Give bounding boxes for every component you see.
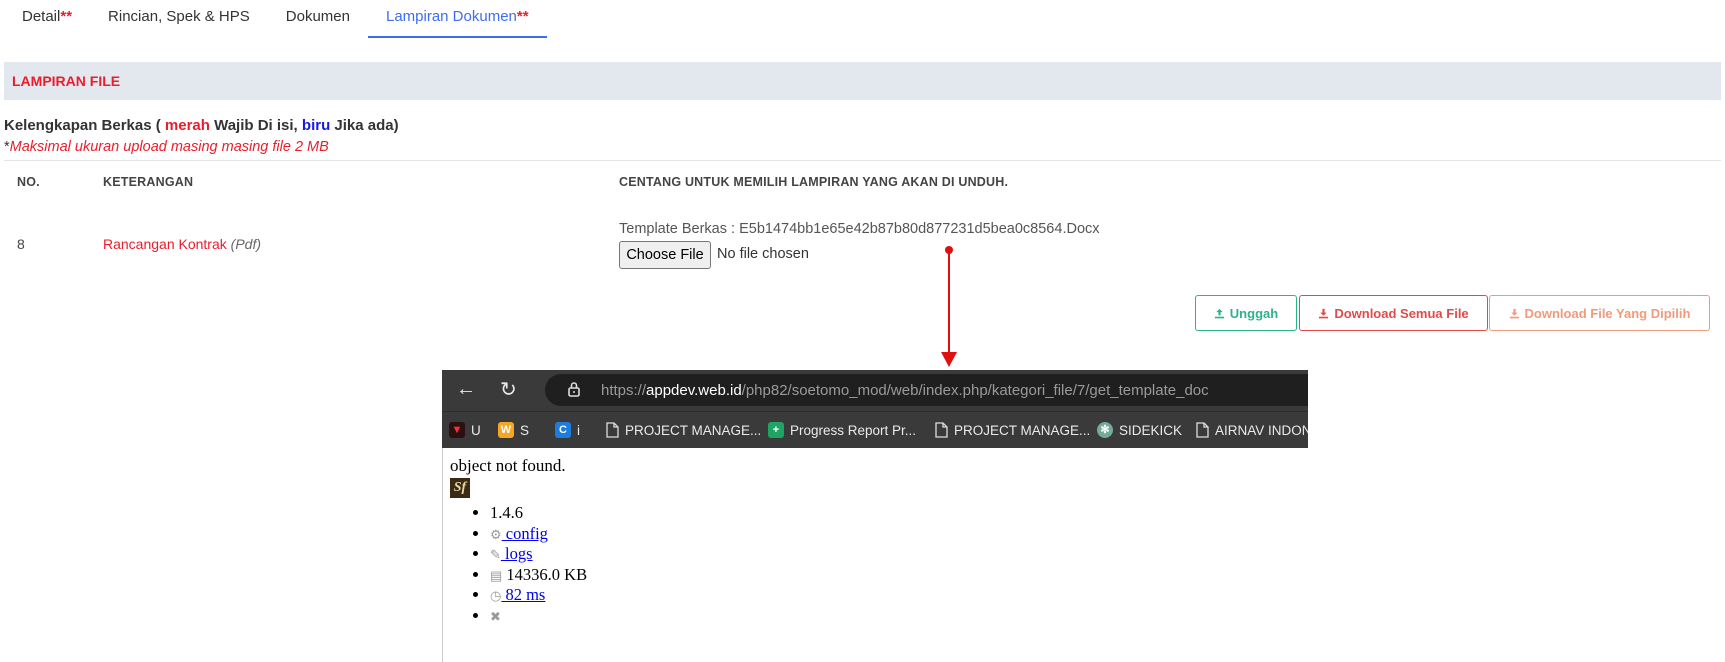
page-icon	[606, 422, 619, 438]
kelengkapan-heading: Kelengkapan Berkas ( merah Wajib Di isi,…	[4, 117, 399, 134]
bookmark-label: S	[520, 422, 530, 438]
note-text: Maksimal ukuran upload masing masing fil…	[9, 139, 329, 155]
required-marker: **	[516, 8, 529, 25]
kelengkapan-prefix: Kelengkapan Berkas (	[4, 117, 165, 134]
upload-icon	[1214, 308, 1224, 318]
url-text: https://appdev.web.id/php82/soetomo_mod/…	[601, 382, 1209, 399]
bookmark-item[interactable]: PROJECT MANAGE...	[606, 422, 761, 438]
tab-dokumen[interactable]: Dokumen	[268, 0, 368, 36]
file-format: (Pdf)	[230, 236, 261, 252]
reload-icon[interactable]: ↻	[500, 377, 517, 402]
upload-label: Unggah	[1229, 305, 1279, 321]
bookmark-item[interactable]: + Progress Report Pr...	[768, 422, 916, 438]
template-file-link[interactable]: Template Berkas : E5b1474bb1e65e42b87b80…	[619, 221, 1100, 237]
close-icon[interactable]: ✖	[490, 609, 501, 624]
clock-icon: ◷	[490, 588, 502, 603]
bookmark-label: U	[471, 422, 481, 438]
kelengkapan-blue-word: biru	[301, 117, 331, 134]
download-all-label: Download Semua File	[1334, 305, 1469, 321]
page-content: object not found. Sf 1.4.6 ⚙ config ✎ lo…	[442, 448, 1308, 662]
sheets-icon: +	[768, 422, 784, 438]
bookmark-item[interactable]: ✻ SIDEKICK	[1097, 422, 1182, 438]
pencil-icon: ✎	[490, 547, 501, 562]
debug-toolbar-list: 1.4.6 ⚙ config ✎ logs ▤ 14336.0 KB ◷ 82 …	[471, 503, 587, 626]
section-title: LAMPIRAN FILE	[12, 73, 121, 89]
bookmark-item[interactable]: WS	[498, 422, 529, 438]
bookmark-label: AIRNAV INDON	[1215, 422, 1308, 438]
gear-icon: ⚙	[490, 526, 502, 542]
upload-size-note: *Maksimal ukuran upload masing masing fi…	[4, 139, 329, 155]
tab-detail[interactable]: Detail**	[4, 0, 90, 36]
lock-icon	[568, 382, 580, 397]
download-selected-label: Download File Yang Dipilih	[1524, 305, 1691, 321]
kelengkapan-red-word: merah	[164, 117, 210, 134]
browser-screenshot: ← ↻ https://appdev.web.id/php82/soetomo_…	[442, 370, 1308, 662]
url-host: appdev.web.id	[646, 382, 742, 399]
memory-icon: ▤	[490, 567, 503, 583]
download-all-button[interactable]: Download Semua File	[1299, 295, 1488, 331]
bookmarks-bar: ▼ U WS Ci PROJECT MANAGE... + Progress Rep…	[442, 411, 1308, 449]
memory-text: 14336.0 KB	[506, 564, 588, 584]
page-icon	[1196, 422, 1209, 438]
bookmark-label: Progress Report Pr...	[790, 422, 917, 438]
debug-config: ⚙ config	[490, 524, 587, 545]
address-bar: ← ↻ https://appdev.web.id/php82/soetomo_…	[442, 370, 1308, 411]
bookmark-label: SIDEKICK	[1119, 422, 1183, 438]
tab-rincian[interactable]: Rincian, Spek & HPS	[90, 0, 268, 36]
required-marker: **	[60, 8, 73, 25]
error-message: object not found.	[450, 456, 566, 475]
bookmark-item[interactable]: PROJECT MANAGE...	[935, 422, 1090, 438]
tab-label: Rincian, Spek & HPS	[108, 8, 250, 25]
bookmark-label: PROJECT MANAGE...	[625, 422, 762, 438]
col-header-centang: CENTANG UNTUK MEMILIH LAMPIRAN YANG AKAN…	[619, 175, 1009, 189]
page-icon	[935, 422, 948, 438]
debug-close: ✖	[490, 606, 587, 627]
w-app-icon: W	[498, 422, 514, 438]
bookmark-label: PROJECT MANAGE...	[954, 422, 1091, 438]
url-path: /php82/soetomo_mod/web/index.php/kategor…	[741, 382, 1209, 399]
tab-bar: Detail** Rincian, Spek & HPS Dokumen Lam…	[0, 0, 1725, 38]
c-app-icon: C	[555, 422, 571, 438]
keterangan-text: Rancangan Kontrak	[103, 236, 227, 252]
symfony-logo: Sf	[450, 478, 470, 498]
section-header: LAMPIRAN FILE	[4, 62, 1721, 100]
download-icon	[1509, 308, 1519, 318]
choose-file-button[interactable]: Choose File	[619, 241, 711, 269]
debug-logs: ✎ logs	[490, 544, 587, 565]
debug-memory: ▤ 14336.0 KB	[490, 565, 587, 586]
kelengkapan-mid: Wajib Di isi,	[209, 117, 302, 134]
download-selected-button[interactable]: Download File Yang Dipilih	[1489, 295, 1710, 331]
file-status: No file chosen	[717, 246, 809, 262]
url-field[interactable]: https://appdev.web.id/php82/soetomo_mod/…	[545, 374, 1308, 406]
row-number: 8	[17, 236, 25, 252]
divider	[4, 160, 1721, 161]
config-link[interactable]: config	[502, 524, 548, 543]
col-header-keterangan: KETERANGAN	[103, 175, 194, 189]
bookmark-item[interactable]: ▼ U	[449, 422, 481, 438]
bookmark-item[interactable]: AIRNAV INDON	[1196, 422, 1308, 438]
url-scheme: https://	[601, 382, 647, 399]
tab-lampiran-dokumen[interactable]: Lampiran Dokumen**	[367, 0, 547, 38]
time-link[interactable]: 82 ms	[501, 585, 545, 604]
openai-icon: ✻	[1097, 422, 1113, 438]
kelengkapan-suffix: Jika ada)	[330, 117, 399, 134]
debug-time: ◷ 82 ms	[490, 585, 587, 606]
version-text: 1.4.6	[490, 503, 523, 522]
tab-label: Lampiran Dokumen	[385, 8, 517, 25]
tab-label: Dokumen	[285, 8, 350, 25]
bookmark-item[interactable]: Ci	[555, 422, 580, 438]
row-keterangan: Rancangan Kontrak (Pdf)	[103, 236, 261, 252]
bookmark-label: i	[577, 422, 580, 438]
upload-button[interactable]: Unggah	[1195, 295, 1297, 331]
col-header-no: NO.	[17, 175, 40, 189]
back-arrow-icon[interactable]: ←	[456, 378, 476, 401]
red-app-icon: ▼	[449, 422, 465, 438]
logs-link[interactable]: logs	[501, 544, 533, 563]
download-icon	[1319, 308, 1329, 318]
tab-label: Detail	[22, 8, 61, 25]
debug-version: 1.4.6	[490, 503, 587, 524]
